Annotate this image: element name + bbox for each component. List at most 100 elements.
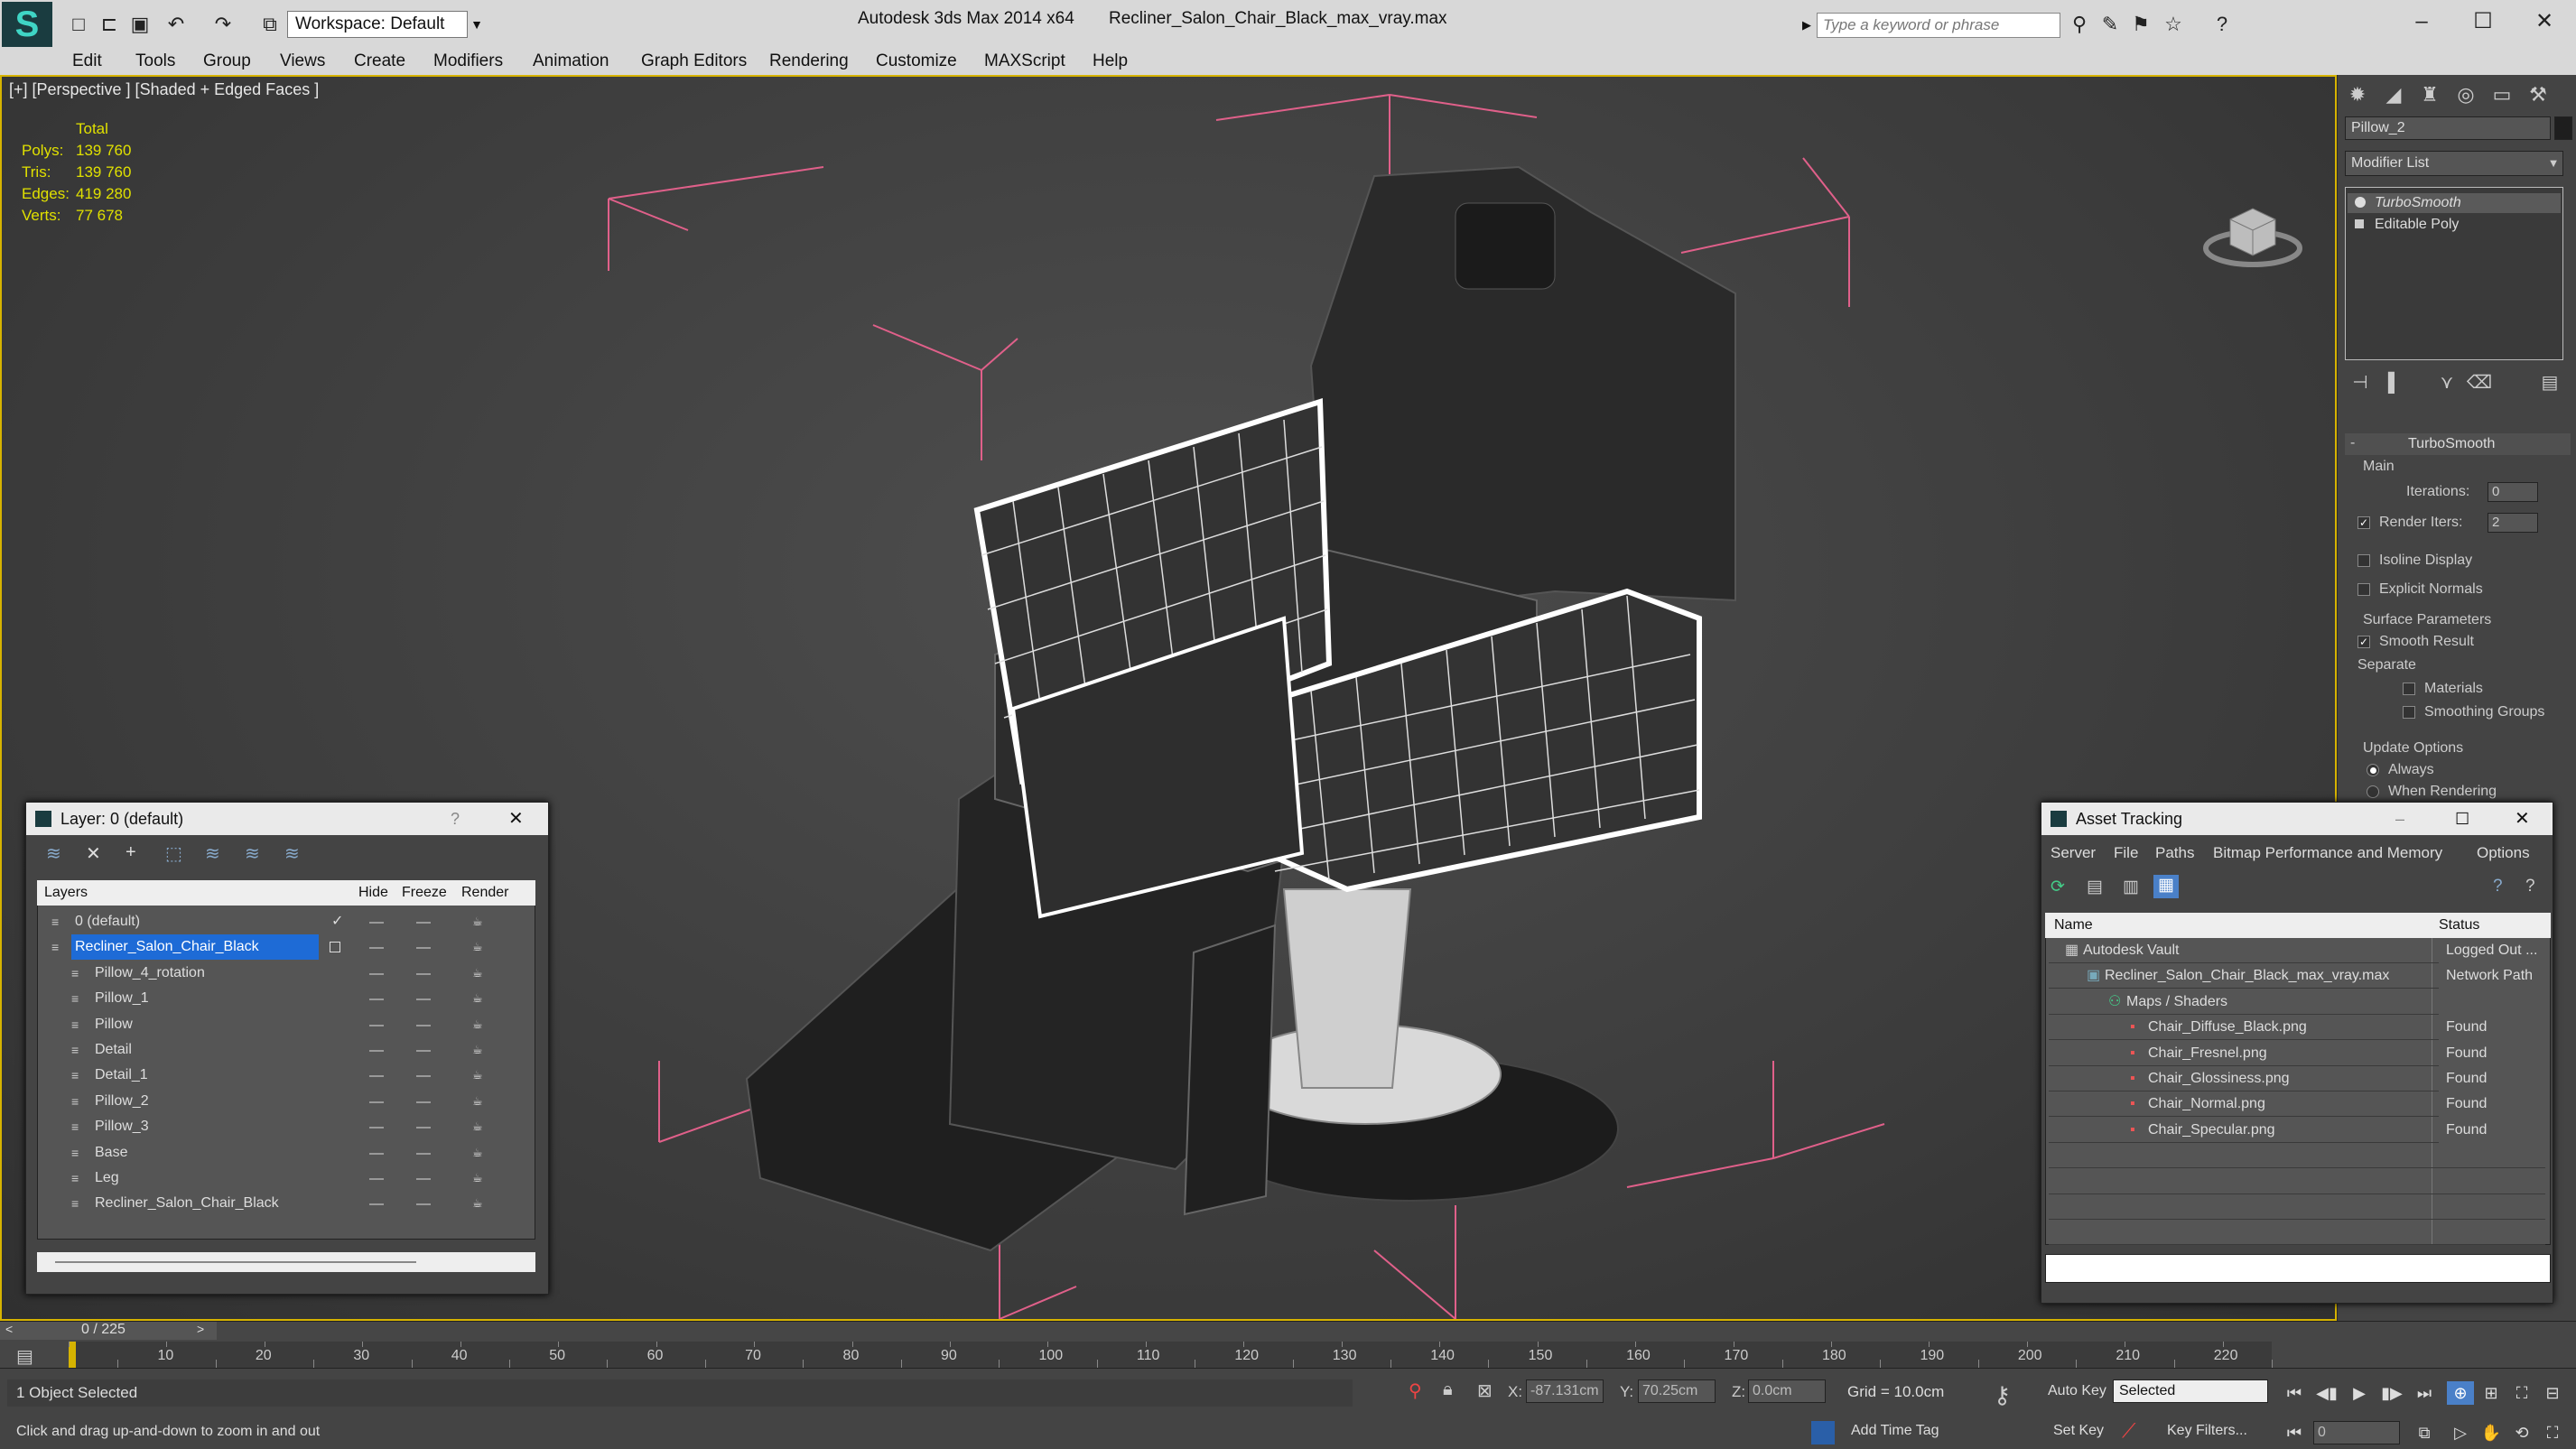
asset-menu-options[interactable]: Options — [2477, 844, 2530, 862]
materials-checkbox[interactable] — [2403, 683, 2415, 695]
render-teapot-icon[interactable]: ☕︎ — [472, 992, 487, 1004]
prev-key-icon[interactable]: ◀▮ — [2313, 1381, 2340, 1405]
freeze-toggle[interactable] — [416, 1075, 431, 1078]
hide-toggle[interactable] — [369, 1075, 384, 1078]
highlight-layer-icon[interactable]: ≋ — [205, 842, 220, 865]
hierarchy-tab-icon[interactable]: ♜ — [2413, 79, 2446, 111]
key-filters-button[interactable]: Key Filters... — [2167, 1423, 2247, 1439]
layer-row[interactable]: ≡ Detail_1 ☕︎ — [37, 1063, 532, 1088]
display-tab-icon[interactable]: ▭ — [2486, 79, 2518, 111]
create-layer-icon[interactable]: ≋ — [46, 842, 61, 865]
table-row[interactable]: ▪ Chair_Glossiness.png Found — [2049, 1066, 2545, 1091]
utilities-tab-icon[interactable]: ⚒ — [2522, 79, 2554, 111]
render-teapot-icon[interactable]: ☕︎ — [472, 1044, 487, 1055]
pan-icon[interactable]: ✋ — [2478, 1421, 2505, 1444]
time-slider[interactable]: < 0 / 225 > — [0, 1322, 217, 1340]
table-row[interactable]: ⚇ Maps / Shaders — [2049, 989, 2545, 1015]
minimize-icon[interactable]: – — [2395, 803, 2404, 835]
next-frame-icon[interactable]: > — [197, 1322, 204, 1336]
freeze-toggle[interactable] — [416, 922, 431, 924]
col-hide[interactable]: Hide — [358, 880, 388, 906]
help-icon[interactable]: ? — [2209, 11, 2236, 38]
render-teapot-icon[interactable]: ☕︎ — [472, 967, 487, 979]
layer-row[interactable]: ≡ Recliner_Salon_Chair_Black ☕︎ — [37, 934, 532, 961]
object-color-swatch[interactable] — [2554, 116, 2572, 140]
key-icon[interactable]: ⚷ — [1994, 1381, 2011, 1409]
iterations-spinner[interactable]: 0 — [2488, 482, 2538, 502]
layer-name[interactable]: Detail — [91, 1037, 135, 1063]
render-iters-spinner[interactable]: 2 — [2488, 513, 2538, 533]
help-icon[interactable]: ? — [451, 803, 460, 835]
pin-stack-icon[interactable]: ⊣ — [2347, 369, 2374, 396]
explicit-normals-checkbox[interactable] — [2357, 583, 2370, 596]
layer-row[interactable]: ≡ Detail ☕︎ — [37, 1037, 532, 1063]
go-to-end-icon[interactable]: ⏭ — [2411, 1381, 2438, 1405]
freeze-toggle[interactable] — [416, 1203, 431, 1206]
chevron-down-icon[interactable]: ▼ — [2543, 151, 2563, 176]
col-layers[interactable]: Layers — [44, 880, 88, 906]
layer-name[interactable]: Leg — [91, 1166, 123, 1191]
col-status[interactable]: Status — [2439, 913, 2479, 938]
mini-curve-editor-icon[interactable]: ▤ — [16, 1345, 33, 1368]
menu-tools[interactable]: Tools — [135, 51, 175, 71]
zoom-all-icon[interactable]: ⊞ — [2478, 1381, 2505, 1405]
freeze-toggle[interactable] — [416, 1024, 431, 1026]
menu-customize[interactable]: Customize — [876, 51, 957, 71]
menu-rendering[interactable]: Rendering — [769, 51, 849, 71]
menu-create[interactable]: Create — [354, 51, 405, 71]
freeze-toggle[interactable] — [416, 1152, 431, 1155]
table-row[interactable]: ▦ Autodesk Vault Logged Out ... — [2049, 938, 2545, 963]
time-ruler[interactable]: 10 20 30 40 50 60 70 80 90 100 110 120 130 140 150 160 1… — [69, 1342, 2273, 1369]
layer-row[interactable]: ≡ Pillow_4_rotation ☕︎ — [37, 961, 532, 986]
maximize-viewport-icon[interactable]: ⛶ — [2539, 1421, 2566, 1444]
col-name[interactable]: Name — [2054, 913, 2093, 938]
render-teapot-icon[interactable]: ☕︎ — [472, 1018, 487, 1030]
freeze-toggle[interactable] — [416, 947, 431, 950]
tree-view-icon[interactable]: ▥ — [2123, 877, 2139, 897]
render-teapot-icon[interactable]: ☕︎ — [472, 915, 487, 927]
table-row[interactable]: ▪ Chair_Normal.png Found — [2049, 1091, 2545, 1118]
menu-help[interactable]: Help — [1093, 51, 1128, 71]
key-mode-icon[interactable]: ⏮ — [2281, 1421, 2308, 1444]
layer-row[interactable]: ≡ Pillow ☕︎ — [37, 1012, 532, 1037]
layer-row[interactable]: ≡ Pillow_1 ☕︎ — [37, 986, 532, 1011]
new-file-icon[interactable]: □ — [65, 11, 92, 38]
render-teapot-icon[interactable]: ☕︎ — [472, 1172, 487, 1184]
binoculars-icon[interactable]: ⚲ — [2066, 11, 2093, 38]
layer-name[interactable]: Pillow_3 — [91, 1114, 153, 1139]
layer-row[interactable]: ≡ Base ☕︎ — [37, 1140, 532, 1166]
x-coordinate-field[interactable]: -87.131cm — [1526, 1379, 1604, 1403]
freeze-toggle[interactable] — [416, 1101, 431, 1103]
viewcube-icon[interactable] — [2203, 192, 2302, 274]
go-to-start-icon[interactable]: ⏮ — [2281, 1381, 2308, 1405]
hide-all-icon[interactable]: ≋ — [245, 842, 260, 865]
hide-toggle[interactable] — [369, 1178, 384, 1180]
menu-group[interactable]: Group — [203, 51, 251, 71]
close-icon[interactable]: ✕ — [508, 803, 524, 835]
app-logo-icon[interactable]: S — [2, 2, 52, 47]
viewport-label[interactable]: [+] [Perspective ] [Shaded + Edged Faces… — [9, 80, 319, 99]
workspace-dropdown[interactable]: Workspace: Default — [287, 11, 468, 38]
current-frame-field[interactable]: 0 — [2313, 1421, 2400, 1444]
col-freeze[interactable]: Freeze — [402, 880, 447, 906]
help-icon[interactable]: ? — [2493, 877, 2503, 896]
layer-name[interactable]: Pillow_1 — [91, 986, 153, 1011]
object-name-field[interactable]: Pillow_2 — [2345, 116, 2551, 140]
menu-animation[interactable]: Animation — [533, 51, 609, 71]
vault-help-icon[interactable]: ? — [2525, 877, 2535, 896]
subscription-icon[interactable]: ✎ — [2097, 11, 2124, 38]
layer-name[interactable]: Detail_1 — [91, 1063, 152, 1088]
freeze-toggle[interactable] — [416, 972, 431, 975]
configure-sets-icon[interactable]: ▤ — [2536, 369, 2563, 396]
zoom-extents-all-icon[interactable]: ⊟ — [2539, 1381, 2566, 1405]
layer-row[interactable]: ≡ Leg ☕︎ — [37, 1166, 532, 1191]
set-key-button[interactable]: Set Key — [2053, 1423, 2104, 1439]
lock-icon[interactable]: 🔒︎ — [1443, 1379, 1453, 1400]
layer-row[interactable]: ≡ Pillow_2 ☕︎ — [37, 1089, 532, 1114]
motion-tab-icon[interactable]: ◎ — [2450, 79, 2482, 111]
y-coordinate-field[interactable]: 70.25cm — [1638, 1379, 1716, 1403]
next-key-icon[interactable]: ▮▶ — [2378, 1381, 2405, 1405]
render-teapot-icon[interactable]: ☕︎ — [472, 941, 487, 952]
always-radio[interactable] — [2367, 764, 2379, 776]
hide-toggle[interactable] — [369, 1101, 384, 1103]
